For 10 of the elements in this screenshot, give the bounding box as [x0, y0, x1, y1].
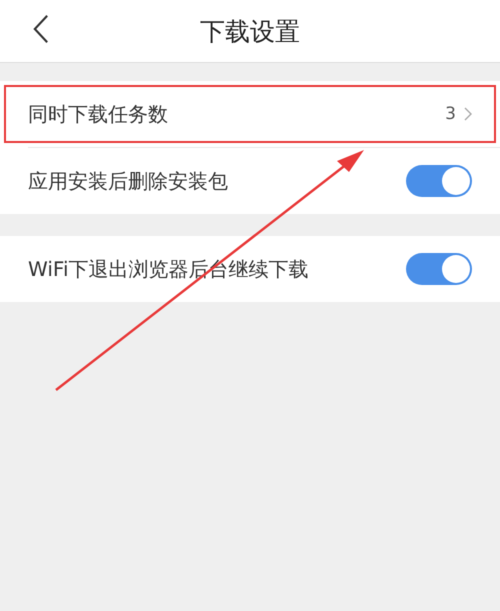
page-title: 下载设置 — [200, 16, 300, 48]
chevron-icon — [464, 107, 472, 121]
setting-label: 同时下载任务数 — [28, 100, 169, 128]
setting-row[interactable]: 应用安装后删除安装包 — [28, 147, 500, 214]
back-icon[interactable] — [32, 14, 50, 44]
setting-row[interactable]: 同时下载任务数 3 — [0, 81, 500, 147]
toggle-switch[interactable] — [406, 253, 472, 285]
toggle-switch[interactable] — [406, 165, 472, 197]
setting-value: 3 — [445, 104, 456, 124]
setting-label: 应用安装后删除安装包 — [28, 168, 229, 194]
